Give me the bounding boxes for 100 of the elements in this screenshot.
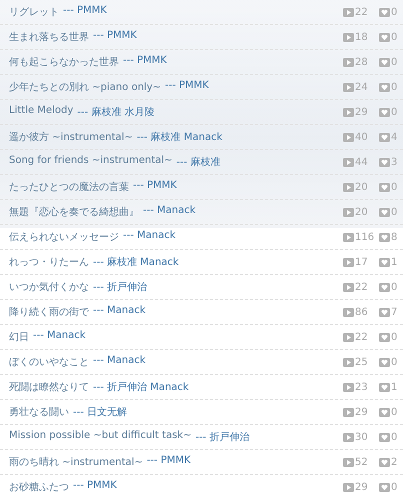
like-count: 0 xyxy=(391,482,398,492)
play-count: 20 xyxy=(355,182,368,192)
song-title[interactable]: ぼくのいやなこと xyxy=(9,355,89,369)
song-title[interactable]: リグレット xyxy=(9,5,59,19)
heart-icon xyxy=(379,408,390,416)
like-count: 0 xyxy=(391,32,398,42)
song-title[interactable]: 何も起こらなかった世界 xyxy=(9,55,119,69)
play-icon xyxy=(343,382,354,392)
artist-credit[interactable]: --- PMMK xyxy=(63,5,107,19)
artist-credit[interactable]: --- PMMK xyxy=(93,30,137,44)
song-title[interactable]: お砂糖ふたつ xyxy=(9,480,69,494)
artist-credit[interactable]: --- PMMK xyxy=(146,455,191,469)
artist-credit[interactable]: --- PMMK xyxy=(164,80,209,94)
artist-credit[interactable]: --- PMMK xyxy=(123,55,167,69)
heart-icon xyxy=(379,82,390,92)
artist-credit[interactable]: --- Manack xyxy=(93,355,146,369)
play-icon xyxy=(343,158,354,166)
play-count: 86 xyxy=(355,306,368,318)
song-title[interactable]: 伝えられないメッセージ xyxy=(9,230,119,244)
play-icon xyxy=(343,8,354,16)
heart-icon xyxy=(379,32,390,42)
song-title[interactable]: 死闘は瞭然なりて xyxy=(9,380,89,394)
heart-icon xyxy=(379,432,390,442)
play-count: 40 xyxy=(355,132,368,142)
play-count: 17 xyxy=(355,256,368,268)
song-title[interactable]: 生まれ落ちる世界 xyxy=(9,30,89,44)
like-count: 1 xyxy=(391,256,398,268)
artist-credit[interactable]: --- 折戸伸治 xyxy=(93,280,148,294)
artist-credit[interactable]: --- 麻枝准 xyxy=(176,155,220,169)
artist-credit[interactable]: --- 麻枝准 Manack xyxy=(93,255,179,269)
song-title[interactable]: Song for friends ~instrumental~ xyxy=(9,155,172,169)
song-title[interactable]: 無題『恋心を奏でる綺想曲』 xyxy=(9,205,139,219)
artist-credit[interactable]: --- Manack xyxy=(123,230,176,244)
artist-credit[interactable]: --- 折戸伸治 Manack xyxy=(93,380,189,394)
heart-icon xyxy=(379,282,390,292)
like-count: 1 xyxy=(391,382,398,392)
song-title[interactable]: いつか気付くかな xyxy=(9,280,89,294)
like-count: 3 xyxy=(391,156,398,168)
song-title[interactable]: 幻日 xyxy=(9,330,29,344)
play-icon xyxy=(343,58,354,66)
song-title[interactable]: 降り続く雨の街で xyxy=(9,305,89,319)
artist-credit[interactable]: --- Manack xyxy=(93,305,146,319)
play-count: 29 xyxy=(355,482,368,492)
play-icon xyxy=(343,232,354,242)
play-icon xyxy=(343,408,354,416)
play-count: 29 xyxy=(355,106,368,118)
song-title[interactable]: 少年たちとの別れ ~piano only~ xyxy=(9,80,161,94)
song-title[interactable]: れっつ・りたーん xyxy=(9,255,89,269)
heart-icon xyxy=(379,358,390,366)
heart-icon xyxy=(379,132,390,142)
play-count: 18 xyxy=(355,32,368,42)
song-title[interactable]: 勇壮なる闘い xyxy=(9,405,69,419)
play-count: 29 xyxy=(355,406,368,418)
like-count: 0 xyxy=(391,332,398,342)
heart-icon xyxy=(379,8,390,16)
like-count: 0 xyxy=(391,432,398,442)
play-icon xyxy=(343,432,354,442)
artist-credit[interactable]: --- 麻枝准 水月陵 xyxy=(77,105,154,119)
song-title[interactable]: 雨のち晴れ ~instrumental~ xyxy=(9,455,143,469)
song-title[interactable]: たったひとつの魔法の言葉 xyxy=(9,180,129,194)
play-count: 116 xyxy=(355,232,374,242)
heart-icon xyxy=(379,108,390,116)
play-icon xyxy=(343,132,354,142)
artist-credit[interactable]: --- 折戸伸治 xyxy=(195,430,250,444)
artist-credit[interactable]: --- PMMK xyxy=(133,180,177,194)
play-count: 25 xyxy=(355,356,368,368)
heart-icon xyxy=(379,58,390,66)
play-count: 24 xyxy=(355,82,368,92)
play-icon xyxy=(343,282,354,292)
play-icon xyxy=(343,358,354,366)
artist-credit[interactable]: --- Manack xyxy=(143,205,196,219)
artist-credit[interactable]: --- PMMK xyxy=(73,480,117,494)
like-count: 0 xyxy=(391,82,398,92)
play-icon xyxy=(343,482,354,492)
song-title[interactable]: Little Melody xyxy=(9,105,74,119)
like-count: 0 xyxy=(391,56,398,68)
play-icon xyxy=(343,258,354,266)
heart-icon xyxy=(379,308,390,316)
artist-credit[interactable]: --- 麻枝准 Manack xyxy=(136,130,222,144)
play-icon xyxy=(343,108,354,116)
heart-icon xyxy=(379,208,390,216)
artist-credit[interactable]: --- Manack xyxy=(33,330,86,344)
play-count: 22 xyxy=(355,282,368,292)
like-count: 2 xyxy=(391,456,398,468)
artist-credit[interactable]: --- 日文无解 xyxy=(73,405,128,419)
heart-icon xyxy=(379,158,390,166)
play-icon xyxy=(343,308,354,316)
heart-icon xyxy=(379,258,390,266)
song-title[interactable]: 遥か彼方 ~instrumental~ xyxy=(9,130,133,144)
like-count: 0 xyxy=(391,182,398,192)
song-title[interactable]: Mission possible ~but difficult task~ xyxy=(9,430,192,444)
like-count: 8 xyxy=(391,232,398,242)
like-count: 7 xyxy=(391,306,398,318)
play-count: 22 xyxy=(355,6,368,18)
heart-icon xyxy=(379,332,390,342)
like-count: 0 xyxy=(391,6,398,18)
play-icon xyxy=(343,208,354,216)
play-count: 30 xyxy=(355,432,368,442)
play-icon xyxy=(343,182,354,192)
like-count: 0 xyxy=(391,206,398,218)
